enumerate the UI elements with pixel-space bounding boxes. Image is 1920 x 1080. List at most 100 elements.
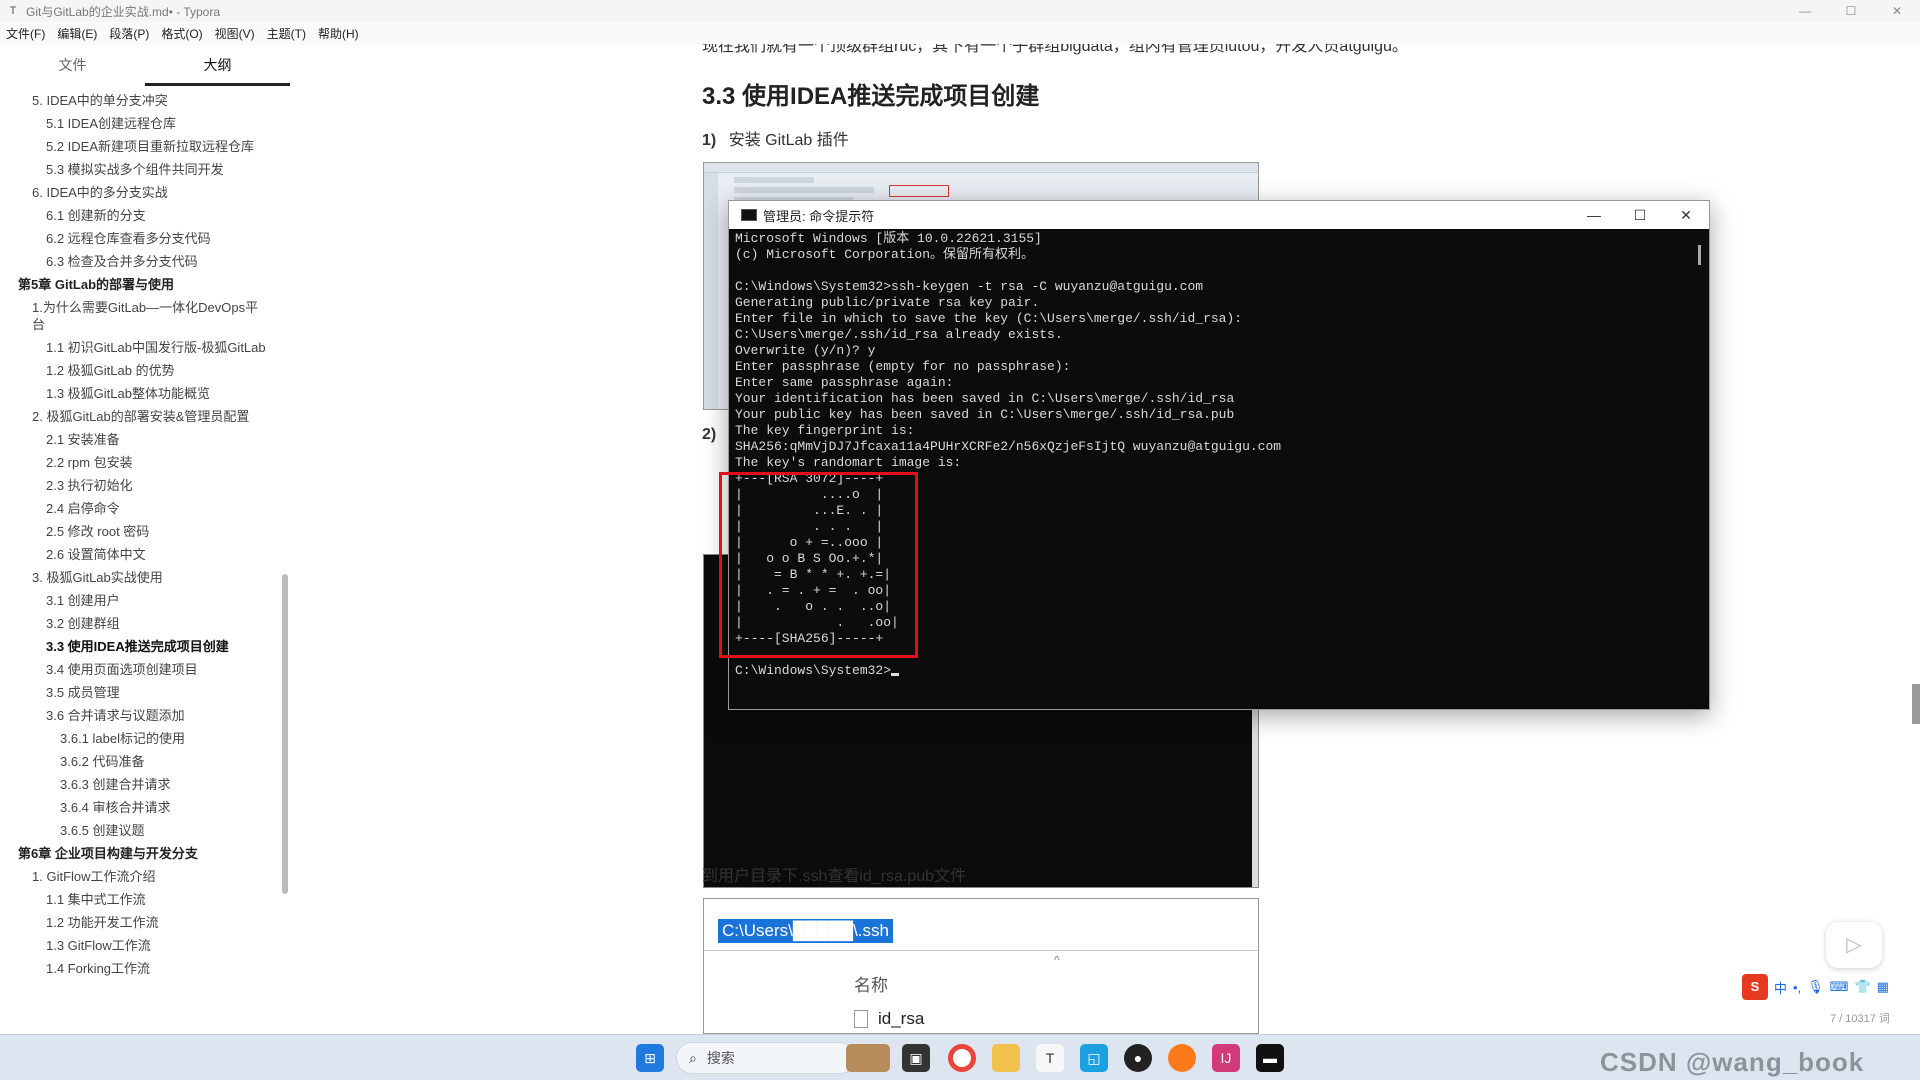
outline-item[interactable]: 1.3 GitFlow工作流 [0, 937, 290, 954]
cmd-line: Enter file in which to save the key (C:\… [735, 311, 1243, 326]
outline-item[interactable]: 3.4 使用页面选项创建项目 [0, 661, 290, 678]
outline-item[interactable]: 3.6.2 代码准备 [0, 753, 290, 770]
cmd-minimize-button[interactable]: — [1571, 201, 1617, 229]
terminal-taskbar-icon[interactable]: ▬ [1256, 1044, 1284, 1072]
outline-item[interactable]: 1.4 Forking工作流 [0, 960, 290, 977]
play-icon[interactable]: ▷ [1826, 922, 1882, 968]
menu-format[interactable]: 格式(O) [155, 25, 208, 42]
outline-item[interactable]: 3.5 成员管理 [0, 684, 290, 701]
outline-item[interactable]: 3.6.4 审核合并请求 [0, 799, 290, 816]
outline-item[interactable]: 2.2 rpm 包安装 [0, 454, 290, 471]
outline-item[interactable]: 6.1 创建新的分支 [0, 207, 290, 224]
outline-item[interactable]: 2.5 修改 root 密码 [0, 523, 290, 540]
outline-item[interactable]: 1.1 集中式工作流 [0, 891, 290, 908]
cmd-line: Your identification has been saved in C:… [735, 391, 1235, 406]
menu-paragraph[interactable]: 段落(P) [103, 25, 155, 42]
cmd-icon [741, 209, 757, 221]
outline-item[interactable]: 3.6.3 创建合并请求 [0, 776, 290, 793]
outline-item[interactable]: 3.1 创建用户 [0, 592, 290, 609]
cmd-title: 管理员: 命令提示符 [763, 208, 875, 224]
outline-item[interactable]: 6. IDEA中的多分支实战 [0, 184, 290, 201]
weather-widget-icon[interactable] [846, 1044, 890, 1072]
cmd-line: Microsoft Windows [版本 10.0.22621.3155] [735, 231, 1042, 246]
outline-item[interactable]: 1. GitFlow工作流介绍 [0, 868, 290, 885]
outline-item[interactable]: 第5章 GitLab的部署与使用 [0, 276, 290, 293]
windows-start-icon[interactable]: ⊞ [636, 1044, 664, 1072]
window-title: Git与GitLab的企业实战.md• - Typora [26, 4, 221, 19]
outline-item[interactable]: 6.2 远程仓库查看多分支代码 [0, 230, 290, 247]
taskbar-search-label: 搜索 [706, 1050, 735, 1066]
outline-item[interactable]: 1.2 极狐GitLab 的优势 [0, 362, 290, 379]
outline-item[interactable]: 3.6.1 label标记的使用 [0, 730, 290, 747]
ime-punct-icon[interactable]: •, [1793, 980, 1801, 995]
menu-theme[interactable]: 主题(T) [261, 25, 312, 42]
ime-toolbar[interactable]: S 中 •, 🎙 ⌨ 👕 ▦ [1742, 974, 1889, 1000]
menu-help[interactable]: 帮助(H) [312, 25, 365, 42]
menu-view[interactable]: 视图(V) [209, 25, 261, 42]
csdn-watermark: CSDN @wang_book [1600, 1047, 1865, 1077]
sidebar-tabs: 文件 大纲 [0, 44, 290, 86]
explorer-caption: 到用户目录下.ssh查看id_rsa.pub文件 [702, 868, 967, 885]
cmd-title-bar: 管理员: 命令提示符 — ☐ ✕ [729, 201, 1709, 229]
outline-item[interactable]: 1.2 功能开发工作流 [0, 914, 290, 931]
outline-item[interactable]: 5. IDEA中的单分支冲突 [0, 92, 290, 109]
close-button[interactable]: ✕ [1874, 0, 1920, 22]
outline-item[interactable]: 1.为什么需要GitLab—一体化DevOps平台 [0, 299, 290, 333]
cmd-line: C:\Windows\System32>ssh-keygen -t rsa -C… [735, 279, 1204, 294]
cmd-close-button[interactable]: ✕ [1663, 201, 1709, 229]
tab-outline[interactable]: 大纲 [145, 44, 290, 86]
outline-item[interactable]: 2. 极狐GitLab的部署安装&管理员配置 [0, 408, 290, 425]
intellij-idea-icon[interactable]: IJ [1212, 1044, 1240, 1072]
app-window-icon[interactable]: ◱ [1080, 1044, 1108, 1072]
file-explorer-icon[interactable] [992, 1044, 1020, 1072]
outline-item[interactable]: 3.2 创建群组 [0, 615, 290, 632]
ime-keyboard-icon[interactable]: ⌨ [1830, 979, 1849, 995]
cmd-maximize-button[interactable]: ☐ [1617, 201, 1663, 229]
taskbar-search[interactable]: ⌕ 搜索 [676, 1042, 856, 1074]
outline-item[interactable]: 5.3 模拟实战多个组件共同开发 [0, 161, 290, 178]
outline-item[interactable]: 5.1 IDEA创建远程仓库 [0, 115, 290, 132]
explorer-path: C:\Users\█████\.ssh [718, 919, 893, 943]
word-count[interactable]: 7 / 10317 词 [1830, 1010, 1890, 1026]
explorer-screenshot: C:\Users\█████\.ssh ^ 名称 id_rsa [703, 898, 1259, 1034]
outline-item[interactable]: 2.4 启停命令 [0, 500, 290, 517]
outline-item[interactable]: 1.3 极狐GitLab整体功能概览 [0, 385, 290, 402]
typora-taskbar-icon[interactable]: T [1036, 1044, 1064, 1072]
outline-item[interactable]: 第6章 企业项目构建与开发分支 [0, 845, 290, 862]
outline-item[interactable]: 2.6 设置简体中文 [0, 546, 290, 563]
outline-item[interactable]: 6.3 检查及合并多分支代码 [0, 253, 290, 270]
maximize-button[interactable]: ☐ [1828, 0, 1874, 22]
cmd-line: SHA256:qMmVjDJ7Jfcaxa11a4PUHrXCRFe2/n56x… [735, 439, 1282, 454]
cmd-line: Generating public/private rsa key pair. [735, 295, 1040, 310]
randomart-highlight-box [719, 472, 918, 658]
explorer-file-row: id_rsa [854, 1009, 924, 1029]
cmd-scrollbar[interactable] [1698, 245, 1701, 265]
ime-mic-icon[interactable]: 🎙 [1807, 979, 1824, 995]
app-circle-icon[interactable]: ● [1124, 1044, 1152, 1072]
sogou-ime-icon[interactable]: S [1742, 974, 1768, 1000]
outline-item[interactable]: 2.3 执行初始化 [0, 477, 290, 494]
sidebar-scrollbar[interactable] [282, 574, 288, 894]
outline-item[interactable]: 1.1 初识GitLab中国发行版-极狐GitLab [0, 339, 290, 356]
outline-item[interactable]: 3.3 使用IDEA推送完成项目创建 [0, 638, 290, 655]
search-icon: ⌕ [689, 1049, 697, 1066]
ime-skin-icon[interactable]: 👕 [1854, 979, 1870, 995]
menu-file[interactable]: 文件(F) [0, 25, 51, 42]
outline-item[interactable]: 3.6 合并请求与议题添加 [0, 707, 290, 724]
outline-item[interactable]: 3. 极狐GitLab实战使用 [0, 569, 290, 586]
ime-menu-icon[interactable]: ▦ [1877, 979, 1889, 995]
firefox-icon[interactable] [1168, 1044, 1196, 1072]
cmd-line: The key's randomart image is: [735, 455, 962, 470]
minimize-button[interactable]: — [1782, 0, 1828, 22]
outline-item[interactable]: 5.2 IDEA新建项目重新拉取远程仓库 [0, 138, 290, 155]
taskbar: ⊞ ⌕ 搜索 ▣ T ◱ ● IJ ▬ CSDN @wang_book [0, 1034, 1920, 1080]
task-view-icon[interactable]: ▣ [902, 1044, 930, 1072]
outline-item[interactable]: 2.1 安装准备 [0, 431, 290, 448]
outline-item[interactable]: 3.6.5 创建议题 [0, 822, 290, 839]
cmd-line: Enter same passphrase again: [735, 375, 954, 390]
ime-mode-label[interactable]: 中 [1774, 978, 1787, 997]
chrome-icon[interactable] [948, 1044, 976, 1072]
editor-scrollbar[interactable] [1912, 684, 1920, 724]
menu-edit[interactable]: 编辑(E) [51, 25, 103, 42]
tab-files[interactable]: 文件 [0, 44, 145, 86]
